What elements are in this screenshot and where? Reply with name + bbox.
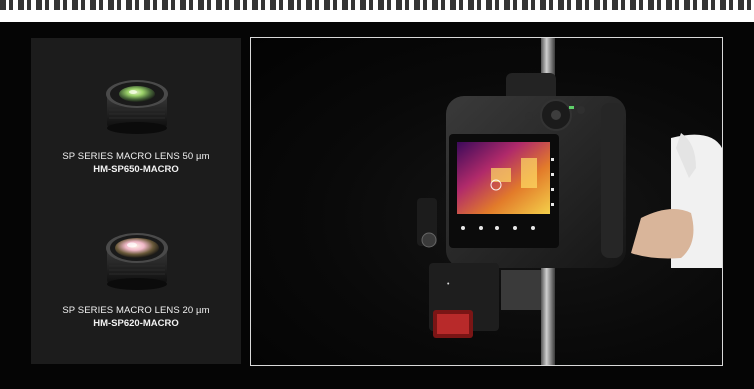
lens-name-2: SP SERIES MACRO LENS 20 µm xyxy=(62,305,210,316)
lens-name-1: SP SERIES MACRO LENS 50 µm xyxy=(62,151,210,162)
lens-caption-2: SP SERIES MACRO LENS 20 µm HM-SP620-MACR… xyxy=(31,305,241,329)
lens-model-2: HM-SP620-MACRO xyxy=(93,318,179,329)
thermal-camera-photo: • xyxy=(250,37,723,366)
lens-model-1: HM-SP650-MACRO xyxy=(93,164,179,175)
lens-list-panel: SP SERIES MACRO LENS 50 µm HM-SP650-MACR… xyxy=(31,38,241,364)
cropped-header-text xyxy=(0,0,754,22)
camera-lens-icon xyxy=(106,80,168,134)
camera-lens-icon xyxy=(106,233,168,290)
lens-caption-1: SP SERIES MACRO LENS 50 µm HM-SP650-MACR… xyxy=(31,151,241,175)
